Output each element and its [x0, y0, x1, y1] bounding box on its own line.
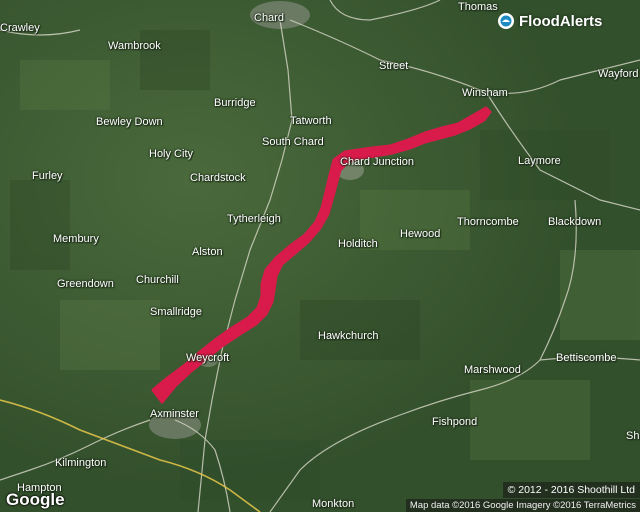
floodalerts-logo-icon: [498, 13, 514, 29]
place-label-fishpond: Fishpond: [432, 416, 478, 428]
place-label-street: Street: [379, 60, 409, 72]
copyright-notice: © 2012 - 2016 Shoothill Ltd: [502, 482, 640, 498]
place-label-thomas: Thomas: [458, 1, 498, 13]
place-label-axminster: Axminster: [150, 408, 199, 420]
place-label-burridge: Burridge: [214, 97, 256, 109]
place-label-membury: Membury: [53, 233, 99, 245]
place-label-chard-junction: Chard Junction: [340, 156, 414, 168]
floodalerts-brand[interactable]: FloodAlerts: [497, 12, 602, 30]
place-label-hawkchurch: Hawkchurch: [318, 330, 379, 342]
place-label-bewley-down: Bewley Down: [96, 116, 163, 128]
place-label-alston: Alston: [192, 246, 223, 258]
place-label-south-chard: South Chard: [262, 136, 324, 148]
place-label-weycroft: Weycroft: [186, 352, 230, 364]
place-label-winsham: Winsham: [462, 87, 508, 99]
place-label-sh: Sh: [626, 430, 640, 442]
place-label-laymore: Laymore: [518, 155, 561, 167]
map-view[interactable]: Chard Thomas Crawley Wambrook Street Win…: [0, 0, 640, 512]
place-label-chard: Chard: [254, 12, 284, 24]
satellite-terrain: [0, 0, 640, 512]
place-label-greendown: Greendown: [57, 278, 114, 290]
place-label-crawley: Crawley: [0, 22, 40, 34]
place-label-chardstock: Chardstock: [190, 172, 246, 184]
place-label-wambrook: Wambrook: [108, 40, 161, 52]
place-label-kilmington: Kilmington: [55, 457, 107, 469]
place-label-monkton: Monkton: [312, 498, 355, 510]
place-label-bettiscombe: Bettiscombe: [556, 352, 617, 364]
place-label-holy-city: Holy City: [149, 148, 194, 160]
brand-name: FloodAlerts: [519, 12, 603, 30]
google-logo[interactable]: Google: [6, 490, 65, 510]
place-label-furley: Furley: [32, 170, 63, 182]
map-attribution[interactable]: Map data ©2016 Google Imagery ©2016 Terr…: [405, 499, 640, 512]
place-label-holditch: Holditch: [338, 238, 378, 250]
place-label-marshwood: Marshwood: [464, 364, 521, 376]
place-label-tatworth: Tatworth: [290, 115, 332, 127]
place-label-thorncombe: Thorncombe: [457, 216, 519, 228]
place-label-tytherleigh: Tytherleigh: [227, 213, 281, 225]
place-label-churchill: Churchill: [136, 274, 179, 286]
place-label-wayford: Wayford: [598, 68, 639, 80]
place-label-smallridge: Smallridge: [150, 306, 202, 318]
place-label-blackdown: Blackdown: [548, 216, 602, 228]
place-label-hewood: Hewood: [400, 228, 441, 240]
